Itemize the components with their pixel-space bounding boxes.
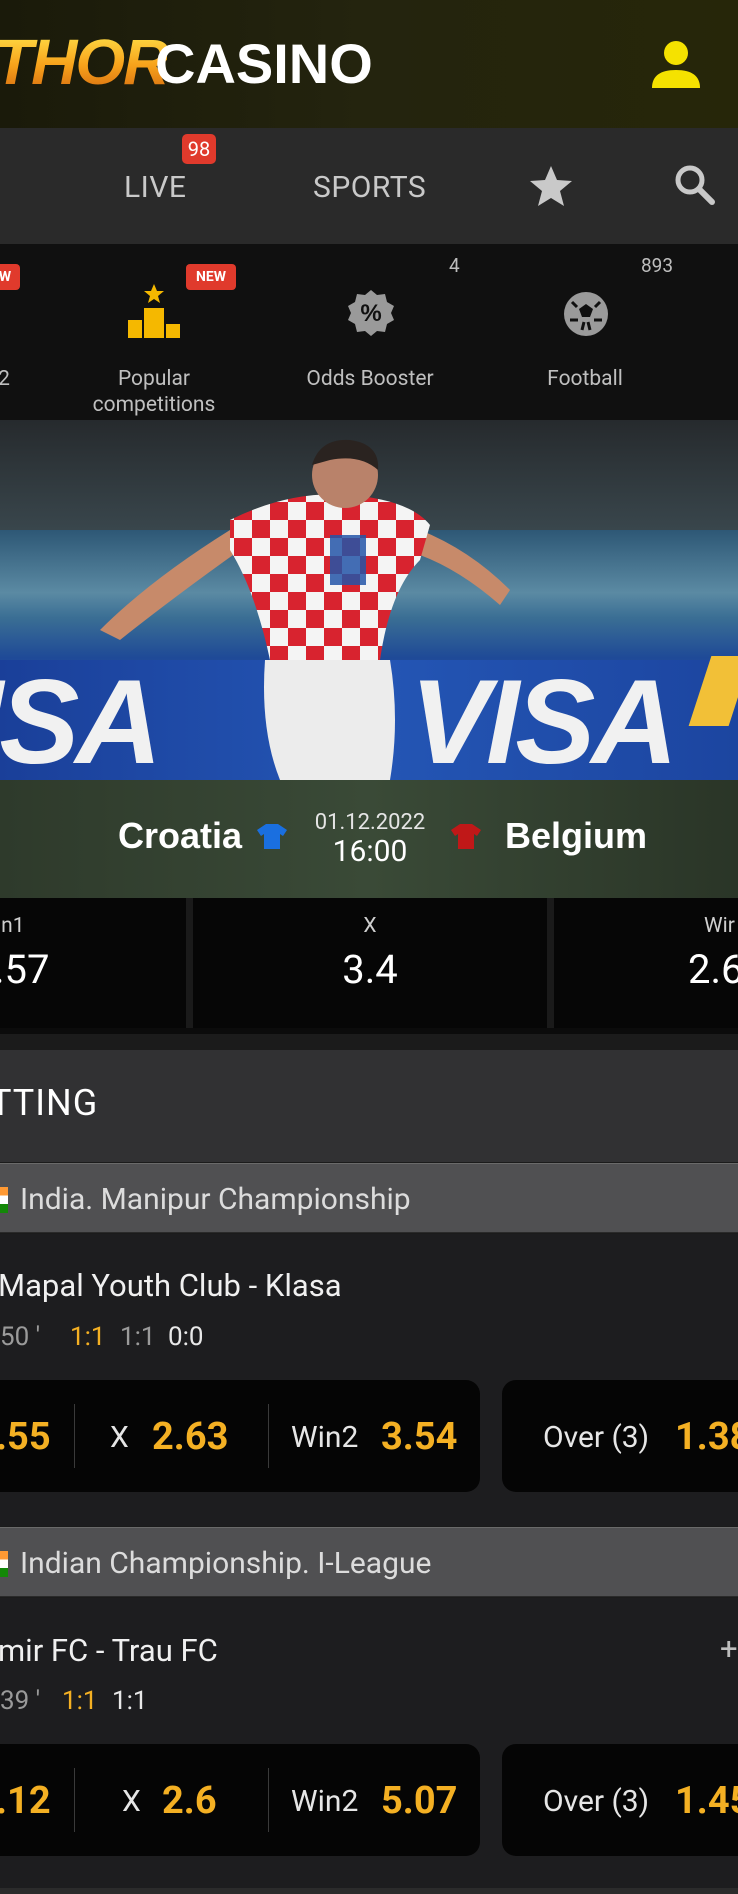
tab-live[interactable]: LIVE: [124, 170, 186, 205]
category-label-line2: competitions: [92, 393, 216, 417]
category-count: 4: [449, 254, 460, 277]
match-minute: 39 ': [0, 1686, 41, 1716]
league-name: Indian Championship. I-League: [20, 1546, 432, 1581]
category-label-line1: Popular: [117, 367, 191, 391]
separator: [268, 1768, 269, 1832]
home-team-name: Croatia: [118, 815, 243, 856]
draw-odd[interactable]: 2.63: [152, 1415, 228, 1459]
separator: [74, 1404, 75, 1468]
favorites-star-icon[interactable]: [528, 164, 574, 208]
odd-value: .57: [0, 946, 50, 993]
odd-label: X: [363, 914, 377, 938]
tab-sports[interactable]: SPORTS: [313, 170, 426, 205]
total-odd[interactable]: 1.38: [675, 1415, 738, 1459]
logo-thor[interactable]: THOR: [0, 30, 169, 94]
win1-odd[interactable]: .55: [0, 1415, 51, 1459]
svg-text:%: %: [360, 300, 381, 327]
match-minute: 50 ': [0, 1322, 41, 1352]
win2-label[interactable]: Win2: [291, 1420, 358, 1455]
live-betting-header: [0, 1050, 738, 1162]
football-icon[interactable]: [562, 290, 610, 338]
league-name: India. Manipur Championship: [20, 1182, 411, 1217]
away-kit-icon: [451, 824, 481, 849]
draw-label[interactable]: X: [122, 1784, 141, 1819]
win2-label[interactable]: Win2: [291, 1784, 358, 1819]
separator: [74, 1768, 75, 1832]
player-image: [100, 439, 510, 780]
match-teams[interactable]: Mapal Youth Club - Klasa: [0, 1267, 342, 1304]
match-half-score: 1:1: [120, 1322, 156, 1352]
match-date: 01.12.2022: [314, 810, 426, 835]
odd-label: in1: [0, 914, 25, 938]
draw-label[interactable]: X: [110, 1420, 129, 1455]
win2-odd[interactable]: 5.07: [381, 1779, 457, 1823]
odd-win2[interactable]: Wir 2.6: [554, 898, 738, 1028]
category-popular-competitions[interactable]: Popular competitions: [60, 366, 248, 418]
divider: [0, 1888, 738, 1894]
app-header: THOR CASINO: [0, 0, 738, 128]
live-count-badge: 98: [182, 134, 216, 164]
win1-odd[interactable]: .12: [0, 1779, 51, 1823]
total-label[interactable]: Over (3): [543, 1420, 649, 1455]
category-label[interactable]: 2: [0, 366, 14, 392]
odd-label: Wir: [704, 914, 735, 938]
odd-value: 3.4: [342, 946, 398, 993]
home-kit-icon: [257, 824, 287, 849]
logo-casino[interactable]: CASINO: [155, 36, 373, 92]
category-count: 893: [641, 254, 674, 277]
match-half-score: 1:1: [112, 1686, 148, 1716]
match-time: 16:00: [332, 834, 408, 869]
total-label[interactable]: Over (3): [543, 1784, 649, 1819]
new-badge: W: [0, 264, 20, 290]
percent-badge-icon[interactable]: %: [346, 288, 396, 338]
search-icon[interactable]: [672, 162, 716, 206]
draw-odd[interactable]: 2.6: [162, 1779, 217, 1823]
match-score: 1:1: [70, 1322, 106, 1352]
odd-draw[interactable]: X 3.4: [193, 898, 547, 1028]
total-odd[interactable]: 1.45: [675, 1779, 738, 1823]
match-half-score: 0:0: [168, 1322, 204, 1352]
podium-icon[interactable]: [126, 282, 182, 340]
new-badge: NEW: [186, 264, 236, 290]
category-odds-booster[interactable]: Odds Booster: [290, 366, 450, 392]
divider: [0, 1028, 738, 1034]
win2-odd[interactable]: 3.54: [381, 1415, 457, 1459]
user-profile-button[interactable]: [646, 34, 706, 94]
match-score: 1:1: [62, 1686, 98, 1716]
odd-win1[interactable]: in1 .57: [0, 898, 186, 1028]
user-icon: [652, 41, 700, 88]
match-teams[interactable]: mir FC - Trau FC: [0, 1632, 218, 1669]
category-football[interactable]: Football: [520, 366, 650, 392]
separator: [268, 1404, 269, 1468]
featured-match-banner[interactable]: ISA VISA: [0, 420, 738, 780]
india-flag-icon: [0, 1551, 8, 1577]
more-markets-button[interactable]: +: [720, 1630, 738, 1667]
india-flag-icon: [0, 1187, 8, 1213]
live-betting-title: TTING: [0, 1082, 99, 1124]
odd-value: 2.6: [688, 946, 738, 993]
away-team-name: Belgium: [505, 815, 648, 856]
